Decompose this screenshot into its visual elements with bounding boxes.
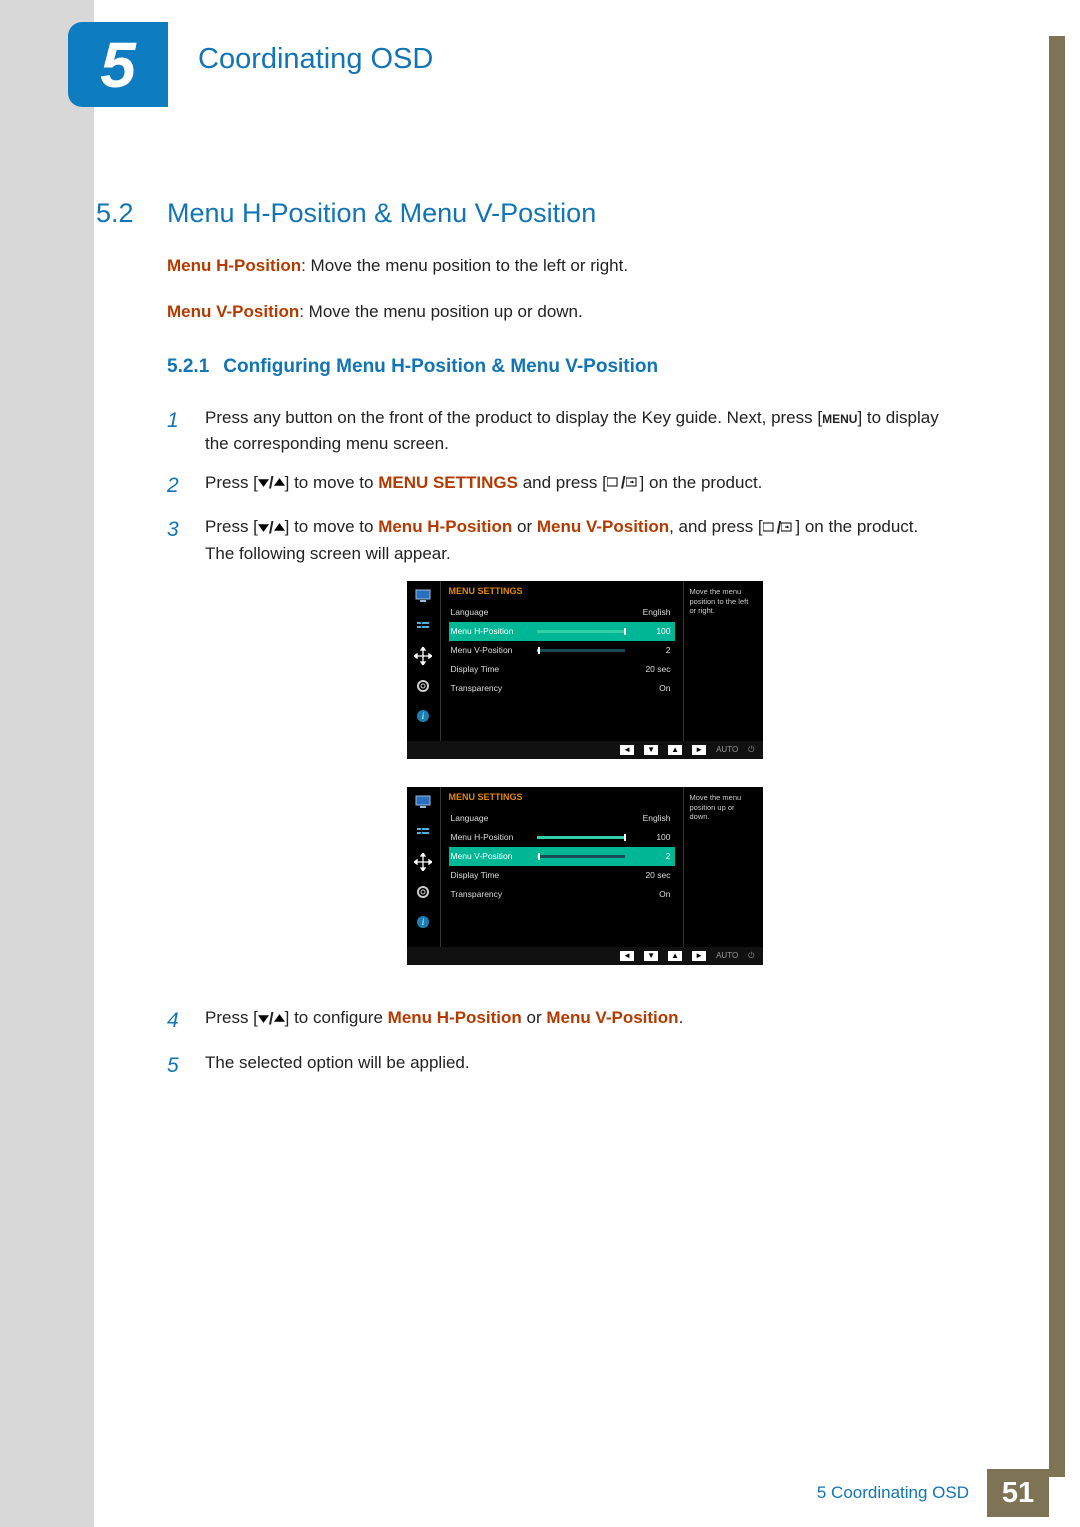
osd-row-language: LanguageEnglish [449,603,675,622]
step-4: 4 Press [/] to configure Menu H-Position… [167,1005,964,1038]
osd-help-box: Move the menu position up or down. [683,787,763,947]
nav-right-icon: ► [692,951,706,961]
osd-screens: i MENU SETTINGS LanguageEnglish Menu H-P… [205,581,964,965]
osd-panel: i MENU SETTINGS LanguageEnglish Menu H-P… [407,581,763,741]
osd-panel: i MENU SETTINGS LanguageEnglish Menu H-P… [407,787,763,947]
list-icon [414,617,432,635]
monitor-icon [414,587,432,605]
gear-icon [414,883,432,901]
monitor-icon [414,793,432,811]
osd-nav-bar: ◄ ▼ ▲ ► AUTO ⏻ [407,741,763,759]
right-brown-bar [1049,82,1065,1477]
osd-row-hpos-selected: Menu H-Position100 [449,622,675,641]
gear-icon [414,677,432,695]
chapter-title: Coordinating OSD [198,43,433,76]
enter-icon: / [607,470,640,496]
step-3-body: Press [/] to move to Menu H-Position or … [205,514,964,993]
nav-right-icon: ► [692,745,706,755]
menu-button-label: MENU [822,412,857,426]
step-5: 5 The selected option will be applied. [167,1050,964,1083]
osd-main: MENU SETTINGS LanguageEnglish Menu H-Pos… [441,581,683,741]
section-title: Menu H-Position & Menu V-Position [167,198,596,229]
chapter-number-block: 5 [68,22,168,107]
osd-row-language: LanguageEnglish [449,809,675,828]
footer-page: 51 [987,1469,1049,1517]
osd-sidebar: i [407,787,441,947]
step-1: 1 Press any button on the front of the p… [167,405,964,458]
desc-v-text: : Move the menu position up or down. [299,302,583,321]
osd-sidebar: i [407,581,441,741]
left-margin-strip [0,0,94,1527]
osd-row-vpos-selected: Menu V-Position2 [449,847,675,866]
subsection-title: Configuring Menu H-Position & Menu V-Pos… [223,352,658,381]
step-1-body: Press any button on the front of the pro… [205,405,964,458]
footer-text: 5 Coordinating OSD [799,1469,987,1517]
nav-down-icon: ▼ [644,951,658,961]
nav-up-icon: ▲ [668,745,682,755]
enter-icon: / [763,515,796,541]
nav-up-icon: ▲ [668,951,682,961]
osd-main: MENU SETTINGS LanguageEnglish Menu H-Pos… [441,787,683,947]
step-3-number: 3 [167,514,185,993]
desc-v-label: Menu V-Position [167,302,299,321]
osd-nav-bar: ◄ ▼ ▲ ► AUTO ⏻ [407,947,763,965]
desc-h-text: : Move the menu position to the left or … [301,256,628,275]
osd-screen-v: i MENU SETTINGS LanguageEnglish Menu H-P… [407,787,763,965]
osd-row-transparency: TransparencyOn [449,885,675,904]
move-icon [414,647,432,665]
step-5-body: The selected option will be applied. [205,1050,964,1083]
osd-row-hpos: Menu H-Position100 [449,828,675,847]
list-icon [414,823,432,841]
osd-row-displaytime: Display Time20 sec [449,866,675,885]
page-header: Coordinating OSD [168,36,1049,82]
nav-left-icon: ◄ [620,745,634,755]
down-up-triangles-icon: / [258,1006,285,1032]
step-1-number: 1 [167,405,185,458]
desc-v: Menu V-Position: Move the menu position … [167,299,964,325]
desc-h: Menu H-Position: Move the menu position … [167,253,964,279]
move-icon [414,853,432,871]
osd-row-displaytime: Display Time20 sec [449,660,675,679]
step-2-number: 2 [167,470,185,503]
nav-auto-label: AUTO [716,744,738,756]
steps-list: 1 Press any button on the front of the p… [167,405,964,1082]
osd-screen-h: i MENU SETTINGS LanguageEnglish Menu H-P… [407,581,763,759]
power-icon: ⏻ [748,744,754,756]
footer: 5 Coordinating OSD 51 [799,1469,1049,1517]
osd-row-transparency: TransparencyOn [449,679,675,698]
step-2-body: Press [/] to move to MENU SETTINGS and p… [205,470,964,503]
nav-left-icon: ◄ [620,951,634,961]
subsection-number: 5.2.1 [167,352,209,381]
chapter-number: 5 [100,28,136,102]
step-2: 2 Press [/] to move to MENU SETTINGS and… [167,470,964,503]
desc-h-label: Menu H-Position [167,256,301,275]
nav-down-icon: ▼ [644,745,658,755]
section-number: 5.2 [96,198,134,229]
osd-help-box: Move the menu position to the left or ri… [683,581,763,741]
osd-heading: MENU SETTINGS [449,585,675,599]
info-icon: i [414,913,432,931]
step-5-number: 5 [167,1050,185,1083]
info-icon: i [414,707,432,725]
down-up-triangles-icon: / [258,515,285,541]
nav-auto-label: AUTO [716,950,738,962]
osd-heading: MENU SETTINGS [449,791,675,805]
power-icon: ⏻ [748,950,754,962]
content-area: Menu H-Position: Move the menu position … [167,253,964,1094]
down-up-triangles-icon: / [258,470,285,496]
subsection-heading: 5.2.1 Configuring Menu H-Position & Menu… [167,352,964,381]
osd-row-vpos: Menu V-Position2 [449,641,675,660]
step-4-body: Press [/] to configure Menu H-Position o… [205,1005,964,1038]
step-4-number: 4 [167,1005,185,1038]
step-3: 3 Press [/] to move to Menu H-Position o… [167,514,964,993]
